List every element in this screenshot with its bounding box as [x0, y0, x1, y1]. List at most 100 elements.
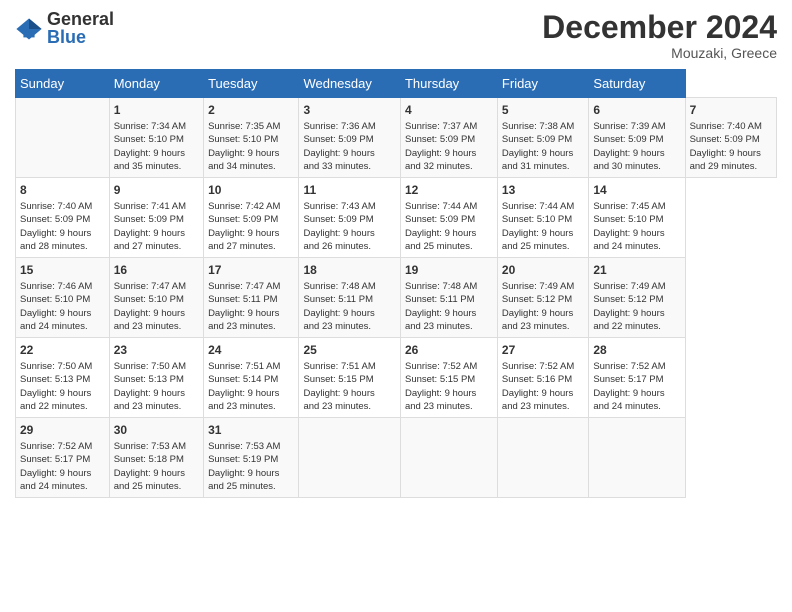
day-info: and 34 minutes. — [208, 160, 294, 173]
col-sunday: Sunday — [16, 70, 110, 98]
day-info: and 25 minutes. — [405, 240, 493, 253]
day-info: Sunset: 5:17 PM — [593, 373, 680, 386]
logo-text: General Blue — [47, 10, 114, 48]
calendar-cell: 14Sunrise: 7:45 AMSunset: 5:10 PMDayligh… — [589, 178, 685, 258]
day-number: 23 — [114, 342, 199, 359]
day-number: 20 — [502, 262, 584, 279]
day-info: Sunset: 5:16 PM — [502, 373, 584, 386]
day-info: Sunset: 5:13 PM — [20, 373, 105, 386]
day-info: and 23 minutes. — [405, 320, 493, 333]
day-info: and 24 minutes. — [20, 480, 105, 493]
day-number: 9 — [114, 182, 199, 199]
day-number: 4 — [405, 102, 493, 119]
day-number: 1 — [114, 102, 199, 119]
day-info: Daylight: 9 hours — [114, 387, 199, 400]
day-info: Sunrise: 7:47 AM — [208, 280, 294, 293]
day-info: Sunset: 5:09 PM — [303, 133, 396, 146]
day-info: Sunrise: 7:35 AM — [208, 120, 294, 133]
calendar-cell: 13Sunrise: 7:44 AMSunset: 5:10 PMDayligh… — [497, 178, 588, 258]
day-info: Daylight: 9 hours — [502, 227, 584, 240]
day-info: Sunset: 5:17 PM — [20, 453, 105, 466]
day-number: 19 — [405, 262, 493, 279]
day-info: Daylight: 9 hours — [303, 307, 396, 320]
day-number: 30 — [114, 422, 199, 439]
week-row-5: 29Sunrise: 7:52 AMSunset: 5:17 PMDayligh… — [16, 418, 777, 498]
calendar-cell: 1Sunrise: 7:34 AMSunset: 5:10 PMDaylight… — [109, 98, 203, 178]
day-number: 2 — [208, 102, 294, 119]
day-number: 15 — [20, 262, 105, 279]
day-info: and 25 minutes. — [208, 480, 294, 493]
day-info: Sunrise: 7:36 AM — [303, 120, 396, 133]
day-info: Sunset: 5:19 PM — [208, 453, 294, 466]
day-info: and 23 minutes. — [502, 320, 584, 333]
day-info: Sunset: 5:12 PM — [593, 293, 680, 306]
day-info: Daylight: 9 hours — [303, 147, 396, 160]
day-info: Daylight: 9 hours — [502, 147, 584, 160]
calendar-cell: 15Sunrise: 7:46 AMSunset: 5:10 PMDayligh… — [16, 258, 110, 338]
day-info: Sunset: 5:14 PM — [208, 373, 294, 386]
calendar-cell: 26Sunrise: 7:52 AMSunset: 5:15 PMDayligh… — [400, 338, 497, 418]
day-number: 5 — [502, 102, 584, 119]
day-info: Daylight: 9 hours — [405, 387, 493, 400]
day-info: Daylight: 9 hours — [405, 227, 493, 240]
day-info: Sunrise: 7:51 AM — [208, 360, 294, 373]
day-info: and 23 minutes. — [405, 400, 493, 413]
calendar-cell: 25Sunrise: 7:51 AMSunset: 5:15 PMDayligh… — [299, 338, 401, 418]
calendar-cell: 4Sunrise: 7:37 AMSunset: 5:09 PMDaylight… — [400, 98, 497, 178]
day-info: Daylight: 9 hours — [405, 307, 493, 320]
calendar-cell: 16Sunrise: 7:47 AMSunset: 5:10 PMDayligh… — [109, 258, 203, 338]
day-info: Daylight: 9 hours — [303, 387, 396, 400]
logo-general: General — [47, 10, 114, 28]
calendar-cell: 2Sunrise: 7:35 AMSunset: 5:10 PMDaylight… — [204, 98, 299, 178]
page-container: General Blue December 2024 Mouzaki, Gree… — [0, 0, 792, 508]
day-info: and 23 minutes. — [208, 320, 294, 333]
day-info: Sunrise: 7:48 AM — [303, 280, 396, 293]
calendar-cell — [16, 98, 110, 178]
day-number: 28 — [593, 342, 680, 359]
day-info: Sunset: 5:09 PM — [690, 133, 772, 146]
calendar-cell: 29Sunrise: 7:52 AMSunset: 5:17 PMDayligh… — [16, 418, 110, 498]
day-info: Sunrise: 7:44 AM — [502, 200, 584, 213]
calendar-cell: 10Sunrise: 7:42 AMSunset: 5:09 PMDayligh… — [204, 178, 299, 258]
day-info: and 23 minutes. — [303, 320, 396, 333]
day-info: Daylight: 9 hours — [114, 307, 199, 320]
logo-blue: Blue — [47, 27, 86, 47]
calendar-cell: 8Sunrise: 7:40 AMSunset: 5:09 PMDaylight… — [16, 178, 110, 258]
day-info: Daylight: 9 hours — [114, 467, 199, 480]
calendar-header: Sunday Monday Tuesday Wednesday Thursday… — [16, 70, 777, 98]
day-info: Sunrise: 7:40 AM — [20, 200, 105, 213]
day-info: Daylight: 9 hours — [593, 307, 680, 320]
col-thursday: Thursday — [400, 70, 497, 98]
day-info: Sunrise: 7:34 AM — [114, 120, 199, 133]
day-info: Sunset: 5:10 PM — [114, 293, 199, 306]
day-info: Daylight: 9 hours — [20, 387, 105, 400]
day-info: Daylight: 9 hours — [502, 307, 584, 320]
day-info: Daylight: 9 hours — [502, 387, 584, 400]
day-info: and 29 minutes. — [690, 160, 772, 173]
day-number: 21 — [593, 262, 680, 279]
day-info: and 25 minutes. — [502, 240, 584, 253]
day-info: Sunset: 5:09 PM — [114, 213, 199, 226]
day-number: 17 — [208, 262, 294, 279]
day-info: Daylight: 9 hours — [593, 227, 680, 240]
day-info: Sunset: 5:11 PM — [208, 293, 294, 306]
day-info: and 32 minutes. — [405, 160, 493, 173]
day-number: 13 — [502, 182, 584, 199]
calendar-table: Sunday Monday Tuesday Wednesday Thursday… — [15, 69, 777, 498]
day-info: Sunrise: 7:53 AM — [208, 440, 294, 453]
day-info: Sunset: 5:09 PM — [502, 133, 584, 146]
day-info: and 23 minutes. — [303, 400, 396, 413]
day-info: Sunset: 5:15 PM — [405, 373, 493, 386]
day-info: Sunrise: 7:46 AM — [20, 280, 105, 293]
month-title: December 2024 — [542, 10, 777, 45]
day-number: 27 — [502, 342, 584, 359]
calendar-cell: 18Sunrise: 7:48 AMSunset: 5:11 PMDayligh… — [299, 258, 401, 338]
day-number: 11 — [303, 182, 396, 199]
col-monday: Monday — [109, 70, 203, 98]
day-number: 29 — [20, 422, 105, 439]
day-info: and 23 minutes. — [114, 400, 199, 413]
calendar-cell: 19Sunrise: 7:48 AMSunset: 5:11 PMDayligh… — [400, 258, 497, 338]
day-info: Daylight: 9 hours — [208, 227, 294, 240]
day-info: Sunset: 5:15 PM — [303, 373, 396, 386]
calendar-cell: 28Sunrise: 7:52 AMSunset: 5:17 PMDayligh… — [589, 338, 685, 418]
